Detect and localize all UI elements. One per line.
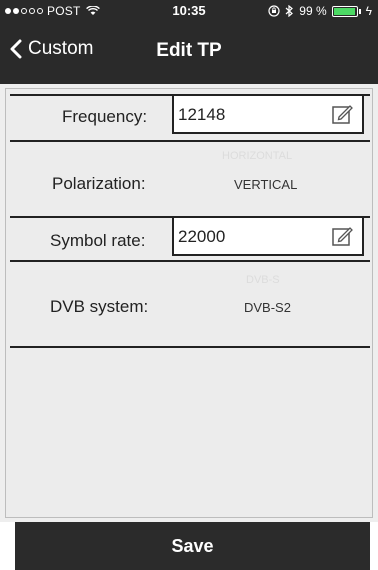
- polarization-ghost-option: HORIZONTAL: [222, 150, 293, 162]
- symbol-rate-field[interactable]: [172, 216, 364, 256]
- divider: [10, 260, 370, 262]
- edit-icon[interactable]: [332, 104, 354, 124]
- frequency-input[interactable]: [178, 104, 328, 126]
- polarization-label: Polarization:: [52, 174, 146, 193]
- bluetooth-icon: [285, 5, 294, 17]
- charging-icon: ϟ: [365, 4, 372, 18]
- symbol-rate-label: Symbol rate:: [50, 231, 146, 250]
- status-right: 99 % ϟ: [268, 4, 372, 18]
- dvb-system-label: DVB system:: [50, 297, 149, 316]
- battery-fill: [333, 7, 356, 15]
- top-bar: POST 10:35 99 % ϟ Custom Edit TP: [0, 0, 378, 84]
- polarization-value[interactable]: VERTICAL: [234, 177, 297, 192]
- battery-nub: [358, 8, 361, 14]
- divider: [10, 346, 370, 348]
- form-panel: Frequency: HORIZONTAL Polarization: VERT…: [0, 84, 378, 522]
- navigation-bar: Custom Edit TP: [0, 28, 378, 78]
- battery-icon: [331, 5, 358, 17]
- symbol-rate-input[interactable]: [178, 226, 328, 248]
- dvb-system-value[interactable]: DVB-S2: [244, 300, 291, 315]
- status-bar: POST 10:35 99 % ϟ: [0, 0, 378, 22]
- orientation-lock-icon: [268, 5, 280, 17]
- save-button[interactable]: Save: [15, 522, 370, 570]
- page-title: Edit TP: [156, 40, 222, 61]
- battery-percentage: 99 %: [299, 4, 327, 18]
- divider: [10, 140, 370, 142]
- edit-icon[interactable]: [332, 226, 354, 246]
- frequency-field[interactable]: [172, 94, 364, 134]
- dvb-system-ghost-option: DVB-S: [246, 274, 280, 286]
- frequency-label: Frequency:: [62, 107, 148, 126]
